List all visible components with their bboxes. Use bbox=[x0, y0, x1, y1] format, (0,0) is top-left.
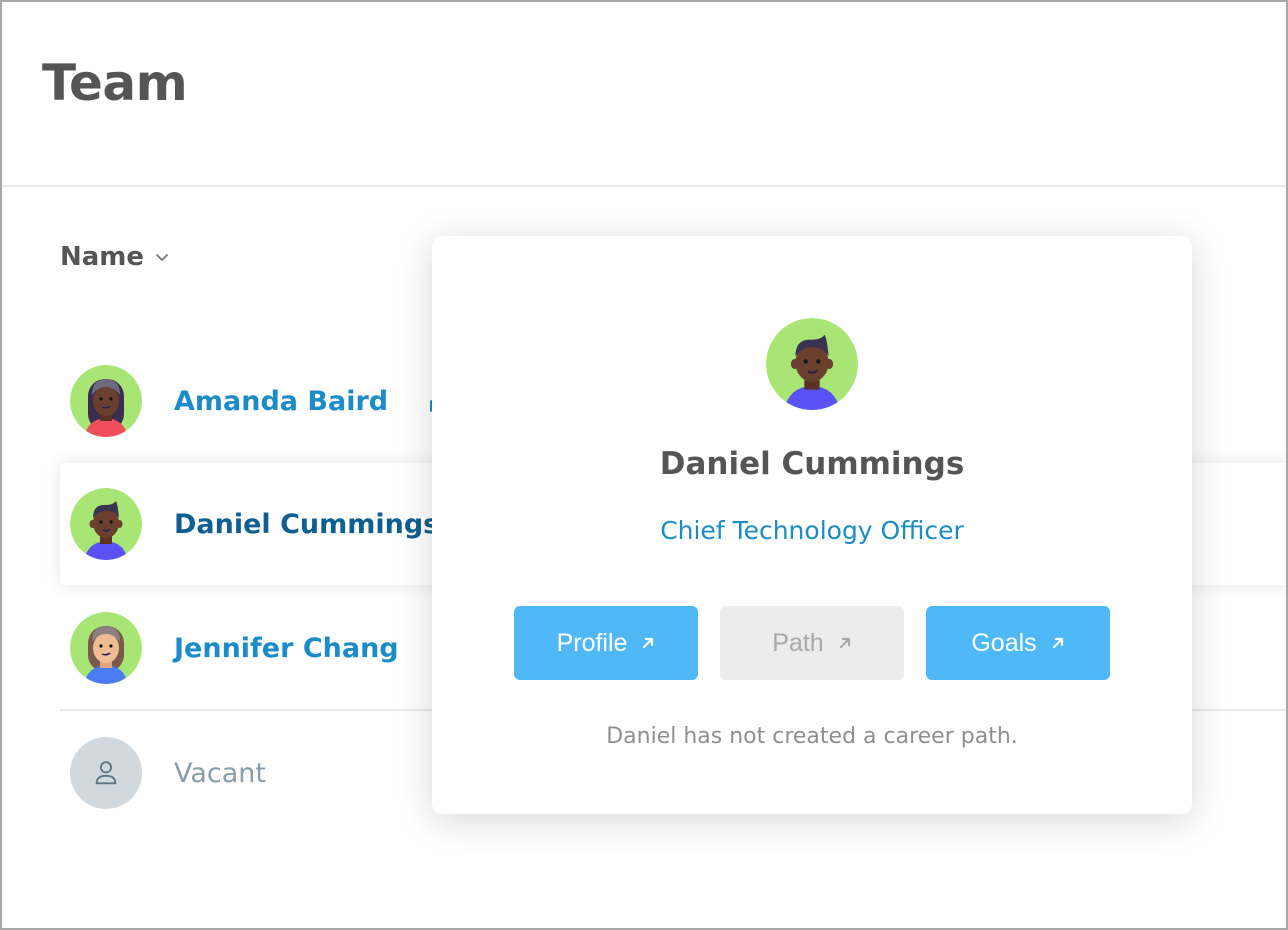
goals-button[interactable]: Goals bbox=[926, 606, 1110, 680]
career-path-note: Daniel has not created a career path. bbox=[606, 724, 1018, 749]
popover-actions: Profile Path Goals bbox=[514, 606, 1110, 680]
profile-button-label: Profile bbox=[556, 628, 628, 657]
chevron-down-icon bbox=[156, 254, 168, 261]
sort-label: Name bbox=[60, 242, 145, 272]
popover-job-title: Chief Technology Officer bbox=[660, 516, 964, 545]
avatar-amanda bbox=[70, 365, 142, 437]
avatar-jennifer bbox=[70, 612, 142, 684]
popover-name: Daniel Cummings bbox=[659, 446, 965, 482]
vacant-avatar bbox=[70, 737, 142, 809]
arrow-up-right-icon bbox=[839, 637, 850, 649]
path-button[interactable]: Path bbox=[720, 606, 904, 680]
path-button-label: Path bbox=[772, 628, 824, 657]
vacant-label: Vacant bbox=[174, 757, 267, 789]
page-title: Team bbox=[42, 54, 188, 112]
team-member-name[interactable]: Daniel Cummings bbox=[174, 509, 439, 540]
team-page: Team Name Amanda Baird Daniel Cummings J… bbox=[0, 0, 1288, 930]
avatar-daniel bbox=[70, 488, 142, 560]
arrow-up-right-icon bbox=[643, 637, 654, 649]
profile-button[interactable]: Profile bbox=[514, 606, 698, 680]
team-member-name[interactable]: Amanda Baird bbox=[174, 386, 388, 417]
popover-avatar-daniel bbox=[766, 318, 858, 410]
arrow-up-right-icon bbox=[1052, 637, 1063, 649]
goals-button-label: Goals bbox=[971, 628, 1037, 657]
team-member-name[interactable]: Jennifer Chang bbox=[174, 633, 399, 664]
sort-by-name-button[interactable]: Name bbox=[60, 242, 170, 272]
member-popover: Daniel Cummings Chief Technology Officer… bbox=[432, 236, 1192, 814]
person-outline-icon bbox=[95, 761, 117, 785]
header-divider bbox=[2, 185, 1286, 187]
